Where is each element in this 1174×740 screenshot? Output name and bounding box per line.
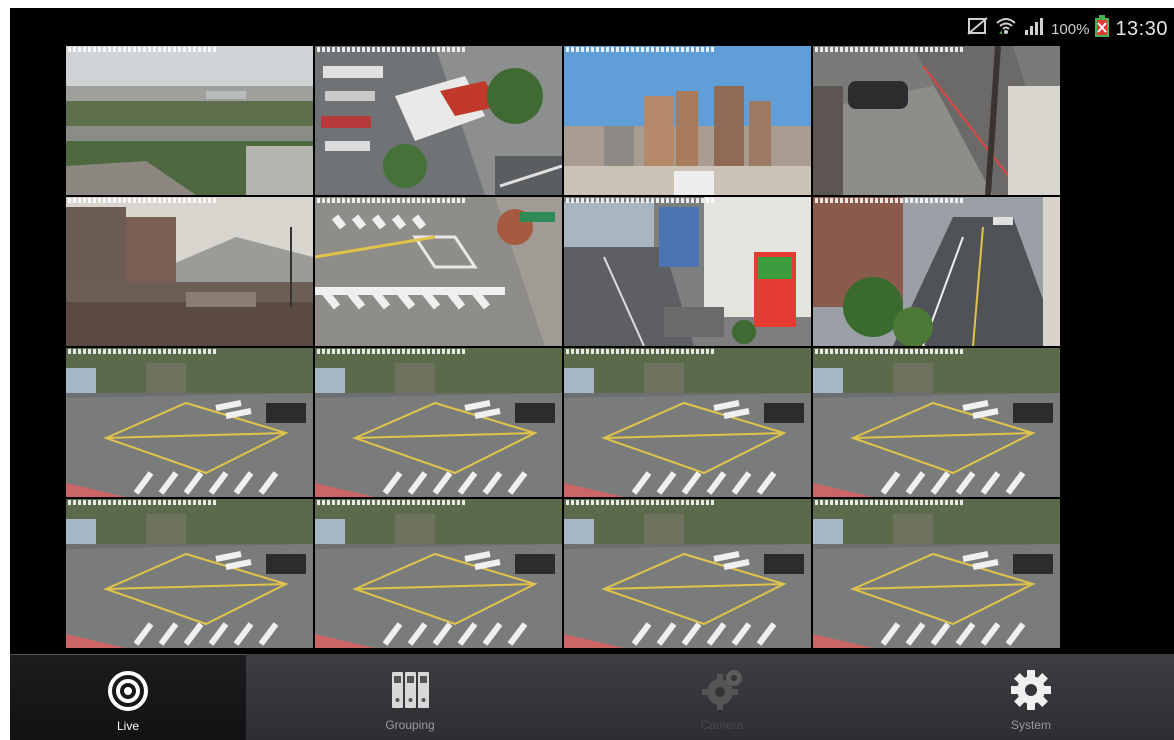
camera-feed-intersection xyxy=(315,348,562,497)
camera-feed-street-corner xyxy=(813,46,1060,195)
silent-mode-icon xyxy=(967,16,989,42)
camera-feed-crosswalk xyxy=(315,197,562,346)
osd-overlay xyxy=(815,500,965,505)
nav-tab-grouping[interactable]: Grouping xyxy=(292,654,528,740)
nav-label-system: System xyxy=(1010,718,1051,732)
osd-overlay xyxy=(566,198,716,203)
camera-feed-avenue xyxy=(813,197,1060,346)
osd-overlay xyxy=(566,349,716,354)
camera-feed-intersection xyxy=(564,499,811,648)
camera-tile[interactable] xyxy=(66,499,313,648)
osd-overlay xyxy=(815,349,965,354)
wifi-icon xyxy=(995,16,1017,42)
osd-overlay xyxy=(317,349,467,354)
nav-label-camera: Camera xyxy=(700,718,744,732)
camera-tile[interactable] xyxy=(564,197,811,346)
camera-tile[interactable] xyxy=(813,46,1060,195)
osd-overlay xyxy=(317,47,467,52)
camera-feed-towers xyxy=(564,46,811,195)
nav-label-grouping: Grouping xyxy=(385,718,435,732)
osd-overlay xyxy=(68,500,218,505)
nav-tab-live[interactable]: Live xyxy=(10,654,246,740)
osd-overlay xyxy=(68,198,218,203)
camera-feed-intersection xyxy=(66,499,313,648)
battery-percent: 100% xyxy=(1051,20,1090,38)
camera-feed-intersection xyxy=(564,348,811,497)
nav-tab-camera: Camera xyxy=(604,654,840,740)
camera-tile[interactable] xyxy=(564,46,811,195)
camera-tile[interactable] xyxy=(315,499,562,648)
camera-feed-intersection xyxy=(813,499,1060,648)
osd-overlay xyxy=(566,47,716,52)
osd-overlay xyxy=(317,198,467,203)
osd-overlay xyxy=(815,47,965,52)
camera-tile[interactable] xyxy=(813,499,1060,648)
camera-feed-intersection xyxy=(813,348,1060,497)
camera-feed-industrial xyxy=(66,46,313,195)
camera-gear-icon xyxy=(700,668,744,712)
osd-overlay xyxy=(68,349,218,354)
camera-tile[interactable] xyxy=(813,197,1060,346)
camera-feed-parking xyxy=(315,46,562,195)
device-screen: 100% 13:30 Live Grouping Camera System xyxy=(10,8,1174,740)
nav-tab-system[interactable]: System xyxy=(913,654,1149,740)
binders-icon xyxy=(388,668,432,712)
camera-grid xyxy=(66,46,1060,648)
osd-overlay xyxy=(68,47,218,52)
osd-overlay xyxy=(566,500,716,505)
live-target-icon xyxy=(106,669,150,713)
gear-icon xyxy=(1009,668,1053,712)
osd-overlay xyxy=(815,198,965,203)
camera-tile[interactable] xyxy=(315,348,562,497)
camera-tile[interactable] xyxy=(564,499,811,648)
camera-feed-intersection xyxy=(66,348,313,497)
camera-feed-storefront xyxy=(564,197,811,346)
bottom-nav-bar: Live Grouping Camera System xyxy=(10,654,1174,740)
camera-tile[interactable] xyxy=(315,46,562,195)
clock: 13:30 xyxy=(1115,17,1168,40)
camera-tile[interactable] xyxy=(66,348,313,497)
battery-charging-icon xyxy=(1095,15,1110,43)
osd-overlay xyxy=(317,500,467,505)
camera-tile[interactable] xyxy=(564,348,811,497)
signal-icon xyxy=(1023,16,1045,42)
camera-tile[interactable] xyxy=(66,46,313,195)
camera-tile[interactable] xyxy=(315,197,562,346)
camera-feed-intersection xyxy=(315,499,562,648)
camera-tile[interactable] xyxy=(813,348,1060,497)
nav-label-live: Live xyxy=(116,719,139,733)
status-icons: 100% 13:30 xyxy=(967,15,1168,43)
camera-tile[interactable] xyxy=(66,197,313,346)
status-bar: 100% 13:30 xyxy=(10,8,1174,46)
camera-feed-hills xyxy=(66,197,313,346)
